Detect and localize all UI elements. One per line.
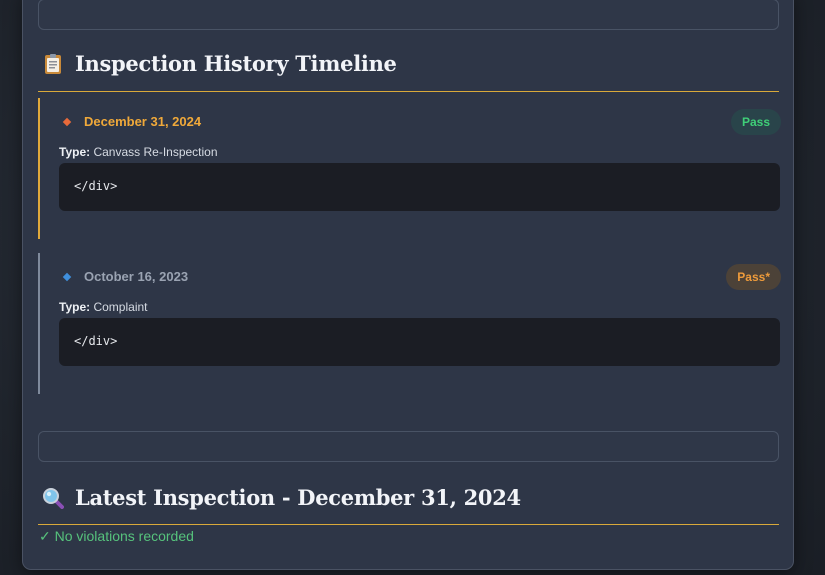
timeline-entry: December 31, 2024 Pass Type: Canvass Re-…	[38, 98, 781, 239]
inspection-date: December 31, 2024	[84, 114, 202, 129]
code-text: </div>	[74, 179, 118, 193]
timeline-entry-header: December 31, 2024	[62, 114, 202, 129]
magnifier-icon	[42, 487, 64, 509]
inspection-date: October 16, 2023	[84, 269, 189, 284]
result-badge: Pass*	[726, 264, 781, 290]
clipboard-icon	[42, 53, 64, 75]
section-divider	[38, 524, 779, 525]
section-divider	[38, 91, 779, 92]
inspection-type-value: Canvass Re-Inspection	[93, 145, 218, 159]
violations-status: ✓ No violations recorded	[39, 528, 194, 544]
code-block: </div>	[59, 318, 780, 366]
inspection-type: Type: Complaint	[59, 300, 148, 314]
diamond-marker-icon	[62, 272, 72, 281]
section-title-text: Inspection History Timeline	[75, 51, 397, 76]
timeline-entry: October 16, 2023 Pass* Type: Complaint <…	[38, 253, 781, 394]
diamond-marker-icon	[62, 117, 72, 126]
restaurant-detail-card: Inspection History Timeline December 31,…	[22, 0, 794, 570]
inspection-type-label: Type:	[59, 145, 91, 159]
inspection-type-label: Type:	[59, 300, 91, 314]
section-title-text: Latest Inspection - December 31, 2024	[75, 485, 521, 510]
latest-inspection-heading: Latest Inspection - December 31, 2024	[42, 485, 521, 510]
inspection-type: Type: Canvass Re-Inspection	[59, 145, 218, 159]
inspection-type-value: Complaint	[93, 300, 148, 314]
timeline-entry-header: October 16, 2023	[62, 269, 189, 284]
result-badge: Pass	[730, 109, 781, 135]
code-text: </div>	[74, 334, 118, 348]
empty-panel-middle	[38, 431, 779, 462]
inspection-history-heading: Inspection History Timeline	[42, 51, 397, 76]
empty-panel-top	[38, 0, 779, 30]
code-block: </div>	[59, 163, 780, 211]
